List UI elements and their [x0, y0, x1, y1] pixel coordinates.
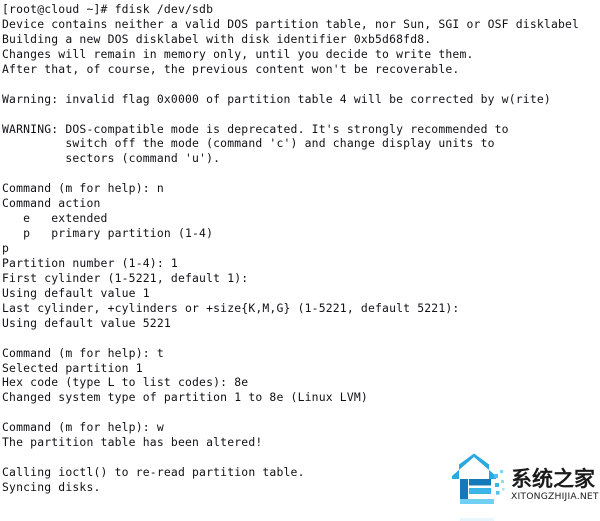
terminal-line: Building a new DOS disklabel with disk i… [2, 31, 432, 46]
terminal-line: WARNING: DOS-compatible mode is deprecat… [2, 121, 509, 136]
terminal-line: Last cylinder, +cylinders or +size{K,M,G… [2, 300, 460, 315]
terminal-line: [root@cloud ~]# fdisk /dev/sdb [2, 2, 214, 16]
terminal-line: After that, of course, the previous cont… [2, 61, 460, 76]
terminal-line: sectors (command 'u'). [2, 151, 221, 166]
terminal-line: Warning: invalid flag 0x0000 of partitio… [2, 91, 551, 106]
terminal-line: The partition table has been altered! [2, 435, 263, 450]
terminal-line: Syncing disks. [2, 480, 101, 494]
terminal-line: p [2, 241, 10, 255]
terminal-line: Using default value 5221 [2, 315, 171, 330]
terminal-line: First cylinder (1-5221, default 1): [2, 270, 249, 285]
terminal-line: Selected partition 1 [2, 360, 143, 375]
terminal-line: Calling ioctl() to re-read partition tab… [2, 465, 305, 480]
terminal-line: Command (m for help): n [2, 181, 164, 196]
terminal-line: Command action [2, 196, 101, 211]
terminal-output[interactable]: [root@cloud ~]# fdisk /dev/sdb Device con… [0, 0, 600, 521]
terminal-line: switch off the mode (command 'c') and ch… [2, 136, 495, 151]
terminal-line: e extended [2, 211, 108, 226]
terminal-line: Command (m for help): t [2, 345, 164, 360]
terminal-line: Partition number (1-4): 1 [2, 255, 178, 270]
terminal-line: Device contains neither a valid DOS part… [2, 16, 580, 31]
terminal-line: Changes will remain in memory only, unti… [2, 46, 474, 61]
terminal-line: Using default value 1 [2, 285, 150, 300]
terminal-line: Changed system type of partition 1 to 8e… [2, 390, 368, 405]
terminal-line: p primary partition (1-4) [2, 226, 214, 241]
terminal-line: Hex code (type L to list codes): 8e [2, 375, 249, 390]
terminal-line: Command (m for help): w [2, 420, 164, 435]
